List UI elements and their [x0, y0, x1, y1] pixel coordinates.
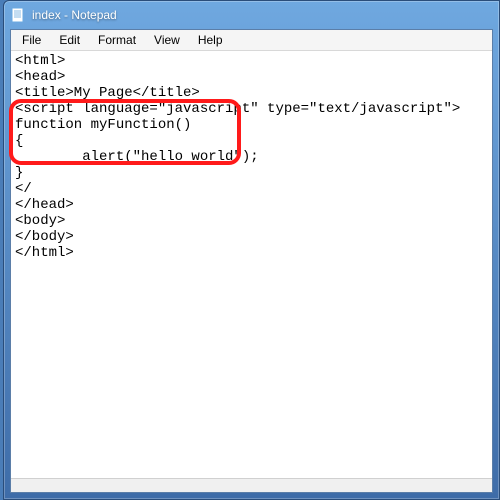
notepad-icon [10, 7, 26, 23]
menu-view[interactable]: View [145, 31, 189, 49]
text-editor[interactable]: <html> <head> <title>My Page</title> <sc… [11, 51, 492, 478]
menu-file[interactable]: File [13, 31, 50, 49]
window-title: index - Notepad [32, 8, 117, 22]
statusbar [11, 478, 492, 492]
menubar: File Edit Format View Help [11, 30, 492, 51]
notepad-window: index - Notepad File Edit Format View He… [3, 0, 500, 500]
titlebar[interactable]: index - Notepad [4, 1, 499, 29]
client-area: File Edit Format View Help <html> <head>… [10, 29, 493, 493]
menu-format[interactable]: Format [89, 31, 145, 49]
menu-edit[interactable]: Edit [50, 31, 89, 49]
menu-help[interactable]: Help [189, 31, 232, 49]
